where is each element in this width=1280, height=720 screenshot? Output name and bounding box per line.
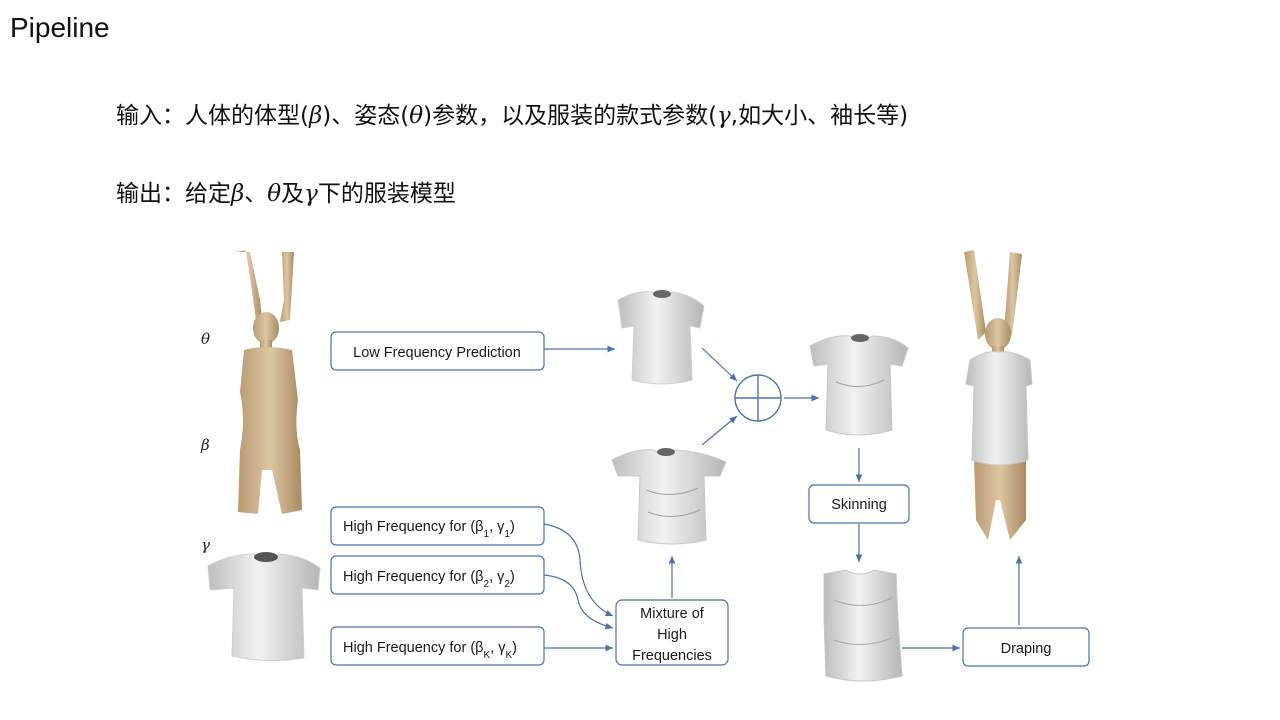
high-frequency-garment xyxy=(611,448,727,545)
hfk-prefix: High Frequency for (β xyxy=(343,640,484,656)
low-frequency-garment xyxy=(617,290,705,385)
combined-garment xyxy=(809,334,909,436)
draping-label: Draping xyxy=(1001,641,1052,657)
mixture-label-line3: Frequencies xyxy=(632,648,712,664)
param-gamma-label: γ xyxy=(201,536,210,554)
low-frequency-prediction-label: Low Frequency Prediction xyxy=(353,345,521,361)
hf1-prefix: High Frequency for (β xyxy=(343,519,484,535)
pipeline-diagram: θ β γ Low Frequency Prediction High Freq… xyxy=(200,250,1090,682)
connectors xyxy=(543,345,1023,652)
hf2-suffix: ) xyxy=(510,569,515,585)
skinning-label: Skinning xyxy=(831,497,887,513)
param-beta-label: β xyxy=(200,436,210,454)
hf2-mid: , γ xyxy=(489,569,505,585)
mixture-label-line2: High xyxy=(657,627,687,643)
hf1-mid: , γ xyxy=(489,519,505,535)
output-body-figure xyxy=(964,250,1033,540)
skinned-garment xyxy=(823,569,903,682)
input-tshirt-figure xyxy=(207,552,321,662)
plus-operator-icon xyxy=(734,374,782,422)
hfk-suffix: ) xyxy=(512,640,517,656)
hf1-suffix: ) xyxy=(510,519,515,535)
param-theta-label: θ xyxy=(201,330,210,348)
mixture-label-line1: Mixture of xyxy=(640,606,705,622)
hfk-mid: , γ xyxy=(490,640,506,656)
hf2-prefix: High Frequency for (β xyxy=(343,569,484,585)
input-body-figure xyxy=(236,250,302,514)
